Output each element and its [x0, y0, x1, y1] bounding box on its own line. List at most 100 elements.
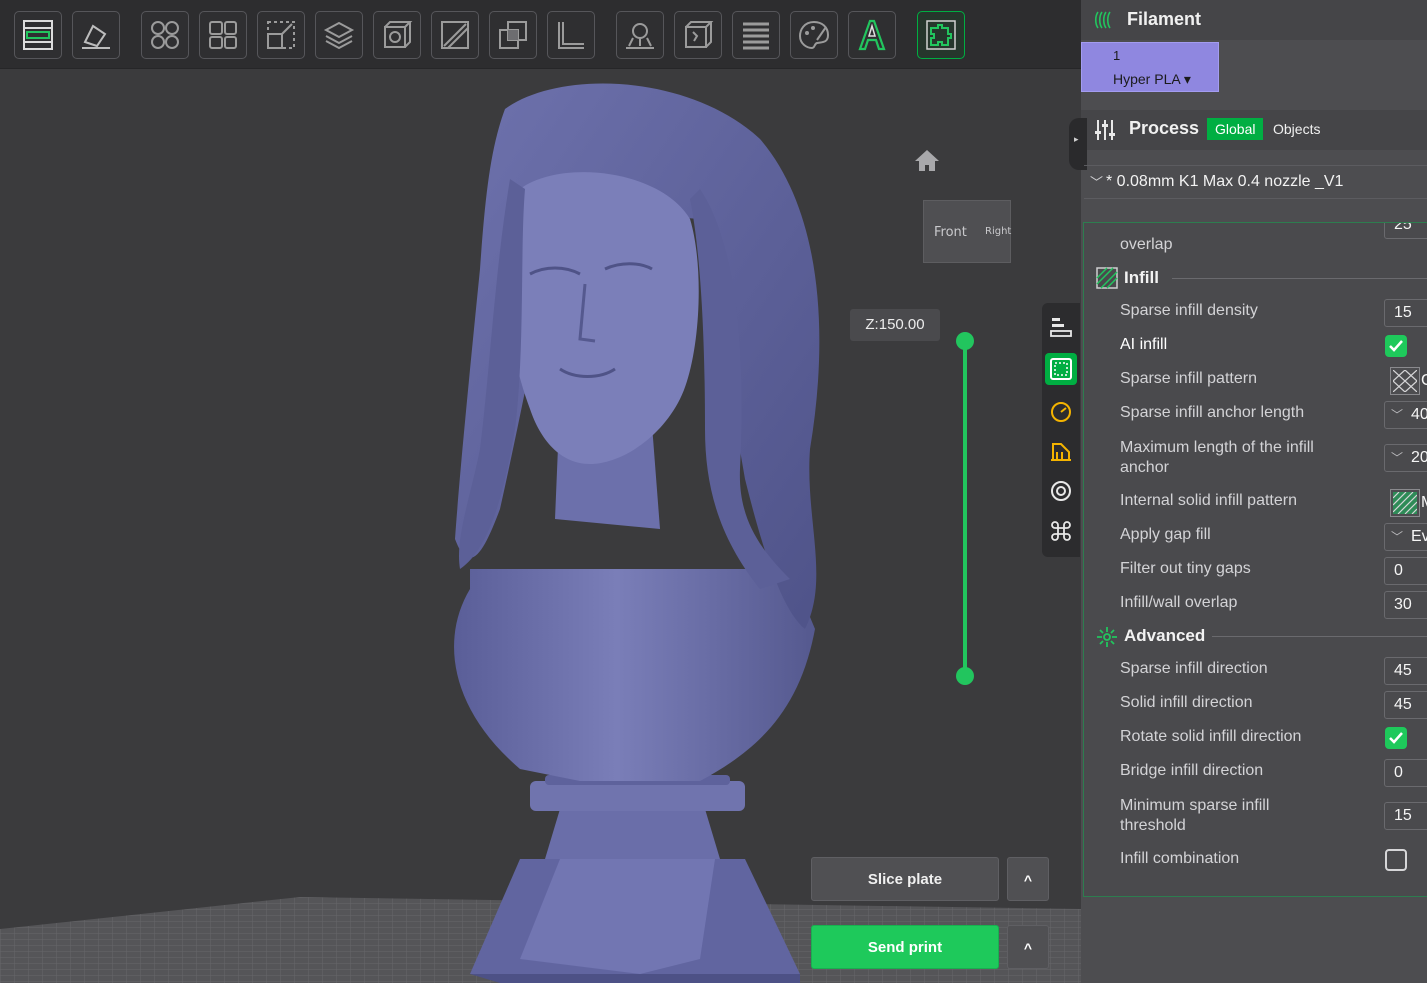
section-divider	[1212, 636, 1427, 637]
layer-slider-track[interactable]	[963, 340, 967, 676]
color-paint-icon	[798, 20, 830, 50]
sidebar-collapse-toggle[interactable]: ▸	[1069, 118, 1087, 170]
checkmark-icon	[1389, 732, 1403, 744]
layers-button[interactable]	[315, 11, 363, 59]
sparse-infill-density-input[interactable]: 15	[1384, 299, 1427, 327]
apply-gap-fill-value: Ev	[1411, 528, 1427, 545]
slice-options-button[interactable]: ^	[1007, 857, 1049, 901]
rotate-solid-infill-checkbox[interactable]	[1385, 727, 1407, 749]
arrange-button[interactable]	[141, 11, 189, 59]
process-preset-name: * 0.08mm K1 Max 0.4 nozzle _V1	[1106, 173, 1344, 190]
slice-plate-button[interactable]: Slice plate	[811, 857, 999, 901]
others-tab[interactable]	[1045, 515, 1077, 547]
filament-icon	[1094, 11, 1111, 29]
send-print-button[interactable]: Send print	[811, 925, 999, 969]
split-icon	[209, 21, 237, 49]
command-icon	[1051, 521, 1071, 541]
bust-model[interactable]	[0, 69, 1081, 983]
layers-icon	[323, 21, 355, 50]
grid-pattern-icon	[1393, 370, 1417, 392]
infill-wall-overlap-input[interactable]: 30	[1384, 591, 1427, 619]
cube-icon	[384, 21, 413, 48]
apply-gap-fill-dropdown[interactable]: ﹀ Ev	[1384, 523, 1427, 551]
quality-tab[interactable]	[1045, 311, 1077, 343]
strength-tab[interactable]	[1045, 353, 1077, 385]
multimaterial-tab[interactable]	[1045, 475, 1077, 507]
layer-slider-bottom-handle[interactable]	[956, 667, 974, 685]
assembly-button[interactable]	[917, 11, 965, 59]
internal-solid-pattern-swatch[interactable]	[1390, 489, 1420, 517]
target-icon	[1051, 481, 1071, 501]
infill-combination-checkbox[interactable]	[1385, 849, 1407, 871]
setting-label: Bridge infill direction	[1120, 762, 1264, 779]
scale-icon	[267, 21, 295, 49]
bridge-infill-direction-input[interactable]: 0	[1384, 759, 1427, 787]
setting-label: Solid infill direction	[1120, 694, 1253, 711]
variable-layer-button[interactable]	[732, 11, 780, 59]
speed-gauge-icon	[1051, 402, 1071, 422]
split-button[interactable]	[199, 11, 247, 59]
filter-tiny-gaps-input[interactable]: 0	[1384, 557, 1427, 585]
color-paint-button[interactable]	[790, 11, 838, 59]
section-divider	[1172, 278, 1427, 279]
layer-slider-top-handle[interactable]	[956, 332, 974, 350]
view-cube[interactable]: Front Right	[923, 200, 1011, 263]
speed-tab[interactable]	[1045, 395, 1077, 427]
3d-viewport[interactable]: Front Right Z:150.00 Slice plate ^ Send …	[0, 69, 1081, 983]
setting-label: Infill combination	[1120, 850, 1240, 867]
filament-slot-number: 1	[1113, 48, 1121, 63]
cut-button[interactable]	[431, 11, 479, 59]
sparse-infill-direction-input[interactable]: 45	[1384, 657, 1427, 685]
solid-infill-direction-input[interactable]: 45	[1384, 691, 1427, 719]
text-icon	[858, 19, 886, 51]
support-icon	[1051, 443, 1071, 461]
sparse-infill-pattern-swatch[interactable]	[1390, 367, 1420, 395]
process-header: ▸ Process Global Objects	[1069, 110, 1427, 170]
seam-button[interactable]	[674, 11, 722, 59]
anchor-length-dropdown[interactable]: ﹀ 40	[1384, 401, 1427, 429]
advanced-section-title: Advanced	[1124, 626, 1206, 645]
orient-button[interactable]	[72, 11, 120, 59]
max-anchor-length-dropdown[interactable]: ﹀ 20	[1384, 444, 1427, 472]
support-paint-button[interactable]	[616, 11, 664, 59]
z-height-label: Z:150.00	[850, 309, 940, 341]
setting-label: AI infill	[1120, 336, 1168, 353]
support-tab[interactable]	[1045, 435, 1077, 467]
setting-label: Sparse infill pattern	[1120, 370, 1257, 387]
chevron-down-icon: ﹀	[1391, 530, 1404, 544]
measure-button[interactable]	[547, 11, 595, 59]
setting-value-input[interactable]: 25	[1384, 223, 1427, 239]
view-cube-right-label[interactable]: Right	[985, 226, 1011, 237]
internal-solid-pattern-value[interactable]: M	[1421, 489, 1427, 517]
advanced-section-icon	[1097, 627, 1117, 647]
support-paint-icon	[626, 23, 654, 49]
chevron-down-icon: ﹀	[1391, 408, 1404, 422]
seam-icon	[685, 21, 714, 48]
setting-label: Filter out tiny gaps	[1120, 560, 1251, 577]
filament-slot-card[interactable]: 1 Hyper PLA ▾	[1081, 42, 1219, 92]
setting-label: Minimum sparse infill threshold	[1120, 797, 1270, 834]
infill-section-icon	[1096, 267, 1118, 289]
checkmark-icon	[1389, 340, 1403, 352]
send-options-button[interactable]: ^	[1007, 925, 1049, 969]
process-preset-dropdown[interactable]: ﹀ * 0.08mm K1 Max 0.4 nozzle _V1	[1084, 165, 1427, 199]
tab-objects[interactable]: Objects	[1273, 118, 1320, 140]
ai-infill-checkbox[interactable]	[1385, 335, 1407, 357]
chevron-down-icon: ﹀	[1090, 175, 1104, 190]
cube-button[interactable]	[373, 11, 421, 59]
sparse-infill-pattern-value[interactable]: G	[1421, 367, 1427, 395]
boolean-button[interactable]	[489, 11, 537, 59]
arrange-icon	[151, 21, 179, 49]
strength-infill-icon	[1050, 358, 1072, 380]
layout-button[interactable]	[14, 11, 62, 59]
tab-global[interactable]: Global	[1207, 118, 1264, 140]
scale-button[interactable]	[257, 11, 305, 59]
min-sparse-infill-threshold-input[interactable]: 15	[1384, 802, 1427, 830]
home-icon[interactable]	[912, 147, 942, 173]
settings-category-bar	[1042, 303, 1080, 557]
view-cube-front-label[interactable]: Front	[934, 225, 967, 240]
chevron-down-icon: ﹀	[1391, 451, 1404, 465]
process-title: Process	[1129, 118, 1200, 138]
filament-type-dropdown[interactable]: Hyper PLA ▾	[1113, 71, 1191, 88]
text-button[interactable]	[848, 11, 896, 59]
